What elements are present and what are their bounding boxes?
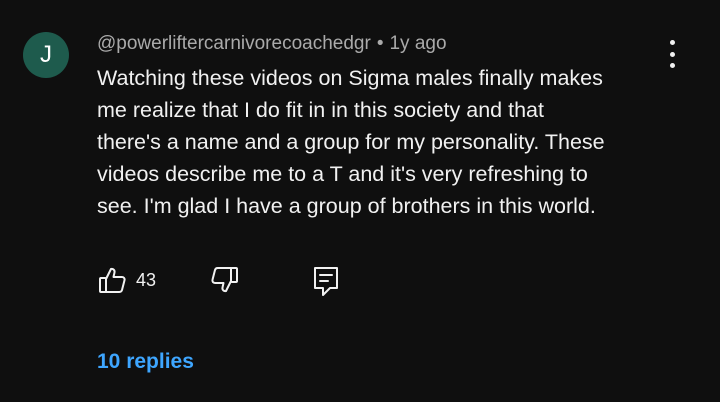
- comment-thread: J @powerliftercarnivorecoachedgr • 1y ago …: [0, 0, 720, 402]
- comment-text: Watching these videos on Sigma males fin…: [97, 62, 677, 222]
- avatar[interactable]: J: [23, 32, 69, 78]
- more-vert-icon-dot: [669, 40, 675, 45]
- comment-text-line: Watching these videos on Sigma males fin…: [97, 66, 603, 90]
- comment-text-line: there's a name and a group for my person…: [97, 130, 605, 154]
- comment-text-line: videos describe me to a T and it's very …: [97, 162, 588, 186]
- more-vert-icon-dot: [669, 51, 675, 57]
- comment-header: @powerliftercarnivorecoachedgr • 1y ago: [97, 33, 447, 55]
- avatar-letter: J: [40, 41, 52, 68]
- reply-button[interactable]: [312, 265, 340, 297]
- like-button[interactable]: 43: [97, 265, 156, 295]
- thumbs-down-icon: [211, 267, 238, 293]
- comment-text-line: me realize that I do fit in in this soci…: [97, 98, 544, 122]
- comment-text-line: see. I'm glad I have a group of brothers…: [97, 194, 596, 218]
- dislike-button[interactable]: [210, 265, 240, 295]
- reply-comment-icon: [314, 267, 338, 296]
- meta-separator: •: [376, 33, 384, 54]
- comment-timestamp[interactable]: 1y ago: [389, 33, 446, 54]
- author-name[interactable]: @powerliftercarnivorecoachedgr: [97, 33, 371, 54]
- thumbs-up-icon: [99, 267, 126, 293]
- view-replies-button[interactable]: 10 replies: [97, 350, 194, 374]
- like-count: 43: [136, 269, 157, 290]
